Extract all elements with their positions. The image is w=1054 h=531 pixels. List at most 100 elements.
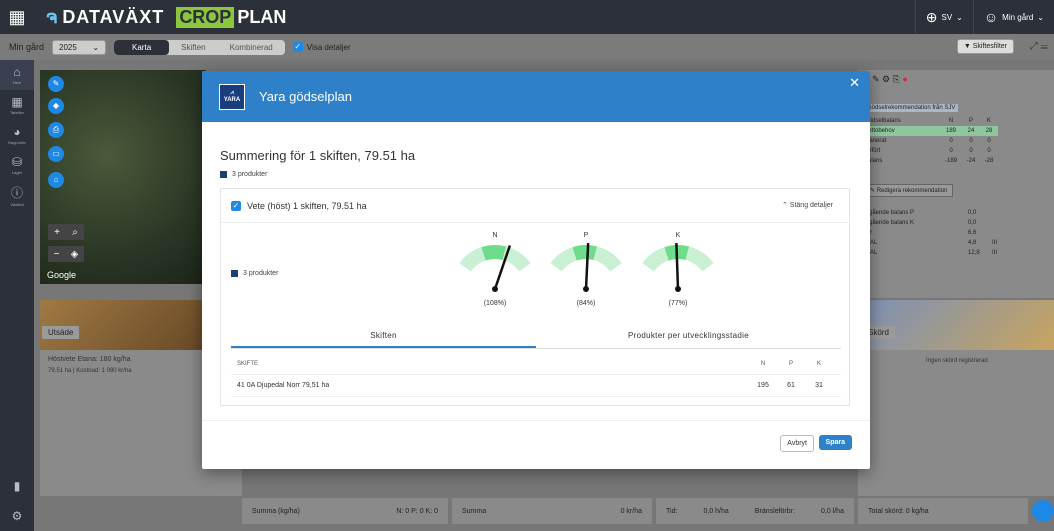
view-tabs: Karta Skiften Kombinerad (114, 39, 285, 55)
crop-header-label: Vete (höst) 1 skiften, 79.51 ha (247, 200, 367, 211)
yara-logo: ⩘ YARA (219, 83, 245, 110)
rp-row-label: Nettobehov (864, 128, 895, 134)
language-selector[interactable]: ⊕ SV ⌄ (914, 0, 973, 34)
search-icon: ⌕ (72, 226, 78, 238)
table-header: SKIFTE N P K (231, 353, 841, 375)
show-details-checkbox[interactable]: ✓ Visa detaljer (292, 42, 351, 52)
home-icon: ⌂ (13, 65, 21, 79)
tab-kombinerad[interactable]: Kombinerad (218, 40, 285, 55)
tab-skiften[interactable]: Skiften (169, 40, 217, 55)
pencil-icon: ✎ (870, 188, 877, 194)
nav-label: Hem (12, 80, 22, 85)
cancel-button[interactable]: Avbryt (780, 435, 814, 452)
datavaxt-logo: ຈ DATAVÄXT (46, 7, 164, 28)
yara-mini-icon (231, 270, 238, 277)
action-icons[interactable]: ✎ ⚙ ⎘ ● (872, 74, 908, 85)
close-details-toggle[interactable]: ⌃ Stäng detaljer (782, 201, 833, 209)
settings-gear-icon[interactable]: ⚙ (0, 501, 34, 531)
farm-label: Min gård (9, 42, 45, 52)
crop-card: ✓ Vete (höst) 1 skiften, 79.51 ha ⌃ Stän… (220, 188, 850, 406)
dialog-footer: Avbryt Spara (202, 420, 870, 469)
ruler-icon[interactable]: ▭ (48, 146, 64, 162)
nutrient-gauges: 3 produkter N (108%) P (84%) K (77%) (221, 223, 851, 323)
filter-icon: ▼ (963, 43, 971, 50)
edit-recommendation-button[interactable]: ✎ Redigera rekommendation (864, 184, 954, 197)
summary-title: Summering för 1 skiften, 79.51 ha (220, 148, 416, 163)
delete-icon: ● (902, 74, 908, 84)
crop-card-header: ✓ Vete (höst) 1 skiften, 79.51 ha (221, 189, 849, 223)
seed-tag: Utsäde (42, 326, 80, 339)
layers-icon: ◈ (70, 248, 79, 260)
expand-icon[interactable]: ⤢ ☰ (1030, 41, 1048, 52)
tab-products-per-stage[interactable]: Produkter per utvecklingsstadie (536, 325, 841, 348)
table-icon: ▦ (11, 95, 23, 109)
logo-crop: CROP (176, 6, 235, 28)
gauge-nutrient-label: P (584, 232, 589, 239)
nav-label: Tabeller (9, 110, 24, 115)
close-icon[interactable]: ✕ (849, 75, 860, 91)
chat-button[interactable] (1032, 500, 1054, 522)
nav-item-home[interactable]: ⌂ Hem (0, 60, 34, 90)
book-icon[interactable]: ▮ (0, 471, 34, 501)
chevron-down-icon: ⌄ (92, 42, 100, 52)
harvest-card: Skörd Ingen skörd registrerad (858, 300, 1054, 496)
print-icon[interactable]: ⎙ (48, 122, 64, 138)
brand-name: DATAVÄXT (62, 6, 165, 27)
table-row: 41 0A Djupedal Norr 79,51 ha 195 61 31 (231, 375, 841, 397)
yara-ship-icon: ⩘ (230, 90, 234, 96)
nav-label: Rapporter (8, 140, 26, 145)
apps-grid-icon[interactable]: ▦ (0, 0, 34, 34)
datavaxt-mark-icon: ຈ (46, 6, 59, 27)
filter-label: Skiftesfilter (972, 43, 1007, 50)
tag-icon[interactable]: ◆ (48, 98, 64, 114)
footer-sum-cost: Summa 0 kr/ha (452, 498, 652, 524)
gauge-pivot (583, 286, 589, 292)
gauge-percent-label: (84%) (577, 300, 596, 307)
zoom-out-button[interactable]: − ◈ (48, 246, 84, 262)
fertilizer-balance-panel: ✎ ⚙ ⎘ ● Gödselrekommendation från SJV Gö… (858, 70, 1054, 298)
tab-karta[interactable]: Karta (114, 39, 170, 55)
gauge-percent-label: (108%) (484, 300, 507, 307)
info-circle-icon: ⓘ (10, 185, 23, 200)
top-bar: ▦ ຈ DATAVÄXT CROP PLAN ⊕ SV ⌄ ☺ Min gård… (0, 0, 1054, 34)
footer-time-fuel: Tid: 0,0 h/ha Bränsleförbr: 0,0 l/ha (656, 498, 854, 524)
user-icon: ☺ (983, 9, 999, 25)
year-select[interactable]: 2025 ⌄ (52, 39, 107, 55)
show-details-label: Visa detaljer (306, 42, 351, 52)
gauge-needle (675, 242, 680, 290)
nav-item-vaxtlod[interactable]: ⓘ Växtlöd (0, 180, 34, 210)
products-count: 3 produkter (220, 171, 852, 178)
gauge-svg: N (108%) P (84%) K (77%) (459, 232, 714, 307)
zoom-in-button[interactable]: + ⌕ (48, 224, 84, 240)
nav-label: Lager (11, 170, 23, 175)
footer-sum-kg: Summa (kg/ha) N: 0 P: 0 K: 0 (242, 498, 448, 524)
crop-checkbox[interactable]: ✓ (231, 200, 241, 211)
yara-mini-icon (220, 171, 227, 178)
detail-tabs: Skiften Produkter per utvecklingsstadie (231, 325, 841, 349)
sub-toolbar: Min gård 2025 ⌄ Karta Skiften Kombinerad… (0, 34, 1054, 60)
home-map-icon[interactable]: ⌂ (48, 172, 64, 188)
map-view[interactable]: ✎ ◆ ⎙ ▭ ⌂ + ⌕ − ◈ Google (40, 70, 206, 284)
gauge-nutrient-label: K (676, 232, 681, 239)
nav-label: Växtlöd (10, 201, 24, 207)
gauge-target-band (572, 245, 597, 261)
tab-skiften[interactable]: Skiften (231, 325, 536, 348)
year-value: 2025 (59, 42, 77, 52)
edit-pen-icon[interactable]: ✎ (48, 76, 64, 92)
harvest-image (858, 300, 1054, 350)
gauge-nutrient-label: N (492, 232, 497, 239)
language-label: SV (941, 12, 953, 22)
globe-icon: ⊕ (925, 8, 938, 25)
cropplan-logo: CROP PLAN (176, 6, 286, 28)
nav-item-storage[interactable]: ⛁ Lager (0, 150, 34, 180)
nav-item-reports[interactable]: ◕ Rapporter (0, 120, 34, 150)
gauge-percent-label: (77%) (669, 300, 688, 307)
user-menu[interactable]: ☺ Min gård ⌄ (972, 0, 1054, 34)
nav-item-tables[interactable]: ▦ Tabeller (0, 90, 34, 120)
rp-header: Gödselbalans (864, 118, 901, 124)
save-button[interactable]: Spara (818, 435, 852, 450)
chevron-down-icon: ⌄ (956, 12, 963, 22)
map-attribution: Google (47, 270, 77, 280)
field-filter-button[interactable]: ▼ Skiftesfilter (956, 39, 1014, 54)
seed-line-2: 79.51 ha | Kostnad: 1 080 kr/ha (48, 368, 132, 374)
